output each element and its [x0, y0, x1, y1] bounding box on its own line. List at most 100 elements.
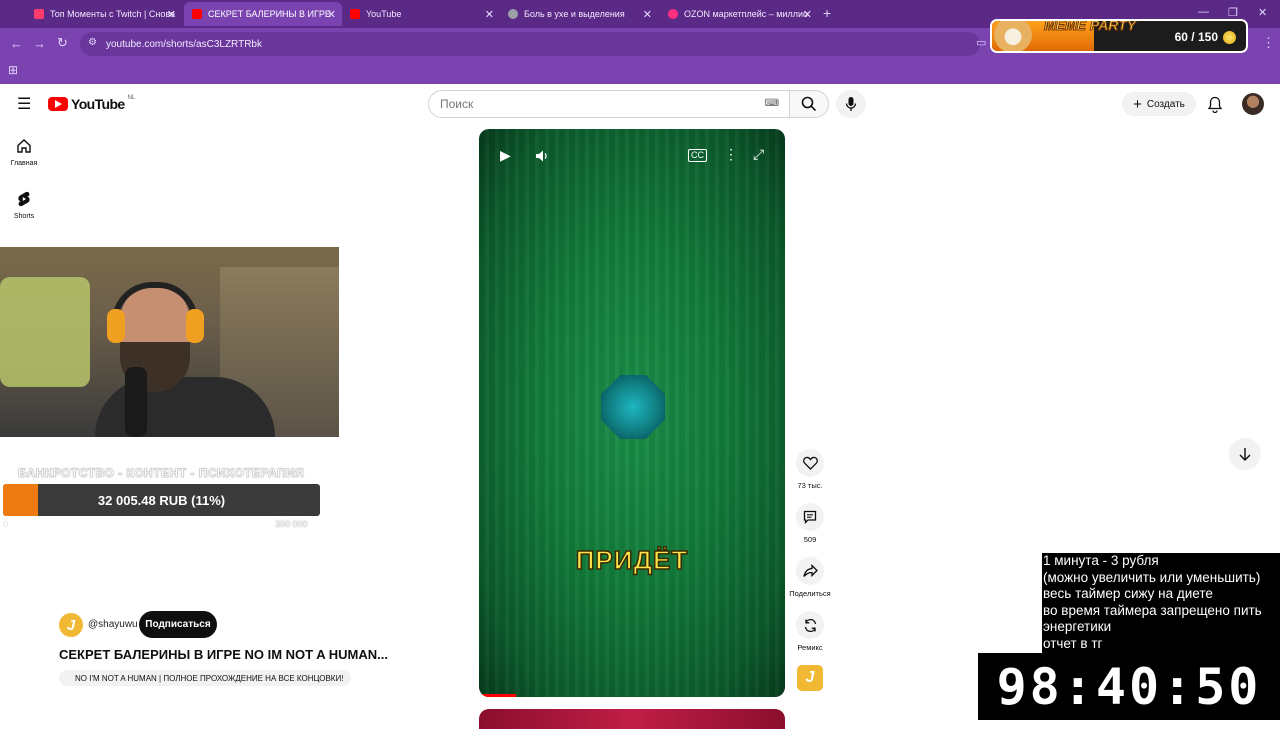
nav-home[interactable]: Главная [0, 138, 48, 167]
close-tab-icon[interactable]: ✕ [803, 8, 812, 21]
search-button[interactable] [789, 90, 829, 118]
captions-icon[interactable]: CC [688, 149, 707, 162]
address-bar[interactable]: ⚙ youtube.com/shorts/asC3LZRTRbk [80, 32, 980, 56]
play-icon[interactable]: ▶ [500, 147, 511, 164]
youtube-header: ☰ YouTube NL Поиск ⌨ + Создать [0, 84, 1280, 124]
create-button[interactable]: + Создать [1122, 92, 1196, 116]
share-button[interactable] [796, 557, 824, 585]
sound-source-avatar[interactable]: J [797, 665, 823, 691]
streamer-webcam [0, 247, 339, 437]
stream-rules-panel: 1 минута - 3 рубля (можно увеличить или … [1042, 553, 1280, 653]
tab-title: Боль в ухе и выделения [524, 9, 625, 19]
tab-title: СЕКРЕТ БАЛЕРИНЫ В ИГРЕ [208, 9, 331, 19]
shorts-icon [18, 191, 30, 207]
remix-button[interactable] [796, 611, 824, 639]
close-tab-icon[interactable]: ✕ [327, 8, 336, 21]
stream-rule-line: во время таймера запрещено пить [1043, 602, 1262, 618]
like-count: 73 тыс. [797, 481, 823, 490]
donation-goal-max: 300 000 [275, 519, 308, 529]
comment-count: 509 [803, 535, 817, 544]
like-action[interactable]: 73 тыс. [788, 449, 832, 490]
tab-ear-pain[interactable]: Боль в ухе и выделения ✕ [500, 2, 658, 26]
close-tab-icon[interactable]: ✕ [643, 8, 652, 21]
next-short-preview[interactable] [479, 709, 785, 729]
channel-avatar[interactable]: J [59, 613, 83, 637]
short-title[interactable]: СЕКРЕТ БАЛЕРИНЫ В ИГРЕ NO IM NOT A HUMAN… [59, 647, 388, 662]
more-options-icon[interactable]: ⋮ [724, 146, 738, 163]
youtube-favicon-icon [350, 9, 360, 19]
fullscreen-icon[interactable]: ⤢ [753, 146, 764, 163]
webcam-shoulders [95, 377, 275, 437]
stream-rule-line: энергетики [1043, 619, 1112, 635]
comment-button[interactable] [796, 503, 824, 531]
youtube-logo[interactable]: YouTube NL [48, 95, 136, 112]
video-progress-bar[interactable] [479, 694, 516, 697]
reload-icon[interactable]: ↻ [57, 35, 68, 51]
nav-label: Главная [10, 160, 38, 167]
nav-shorts[interactable]: Shorts [0, 191, 48, 220]
url-text: youtube.com/shorts/asC3LZRTRbk [106, 38, 262, 50]
apps-grid-icon[interactable]: ⊞ [8, 63, 18, 77]
volume-icon[interactable] [535, 149, 549, 163]
tab-twitch-moments[interactable]: Топ Моменты с Twitch | Снова ✕ [26, 2, 182, 26]
tab-title: OZON маркетплейс – миллио [684, 9, 808, 19]
short-video-player[interactable]: ПРИДЁТ ▶ CC ⋮ ⤢ [479, 129, 785, 697]
stream-rule-line: 1 минута - 3 рубля [1043, 553, 1159, 568]
webcam-cushion [0, 277, 90, 387]
playlist-chip[interactable]: NO I'M NOT A HUMAN | ПОЛНОЕ ПРОХОЖДЕНИЕ … [59, 670, 352, 686]
webcam-headphone-right [186, 309, 204, 343]
comment-action[interactable]: 509 [788, 503, 832, 544]
bookmarks-bar: ⊞ [0, 60, 1280, 84]
youtube-wordmark: YouTube [71, 96, 125, 112]
create-label: Создать [1146, 98, 1185, 110]
maximize-icon[interactable]: ❐ [1228, 6, 1238, 19]
hamburger-menu-icon[interactable]: ☰ [17, 94, 31, 114]
share-action[interactable]: Поделиться [788, 557, 832, 598]
next-short-button[interactable] [1229, 438, 1261, 470]
subscribe-button[interactable]: Подписаться [139, 611, 217, 638]
notifications-bell-icon[interactable] [1207, 96, 1223, 113]
back-icon[interactable]: ← [10, 36, 23, 51]
globe-favicon-icon [508, 9, 518, 19]
meme-party-title: MEME PARTY [1043, 19, 1137, 34]
close-window-icon[interactable]: ✕ [1258, 6, 1267, 19]
comment-icon [803, 510, 817, 524]
search-icon [801, 96, 817, 112]
voice-search-button[interactable] [836, 90, 866, 118]
search-placeholder: Поиск [440, 97, 474, 111]
channel-handle[interactable]: @shayuwu [88, 619, 138, 630]
search-input[interactable]: Поиск ⌨ [428, 90, 790, 118]
tab-youtube[interactable]: YouTube ✕ [342, 2, 500, 26]
new-tab-icon[interactable]: + [823, 5, 831, 21]
youtube-play-logo-icon [48, 97, 68, 111]
cast-icon[interactable]: ▭ [976, 36, 986, 49]
minimize-icon[interactable]: — [1198, 6, 1209, 18]
site-info-icon[interactable]: ⚙ [88, 37, 97, 48]
coin-icon [1223, 31, 1236, 44]
like-button[interactable] [796, 449, 824, 477]
remix-icon [804, 618, 816, 632]
browser-menu-icon[interactable]: ⋮ [1262, 35, 1275, 51]
ozon-favicon-icon [668, 9, 678, 19]
stream-rule-line: отчет в тг [1043, 635, 1103, 651]
user-avatar[interactable] [1242, 93, 1264, 115]
tab-ozon[interactable]: OZON маркетплейс – миллио ✕ [660, 2, 818, 26]
youtube-favicon-icon [192, 9, 202, 19]
close-tab-icon[interactable]: ✕ [485, 8, 494, 21]
remix-action[interactable]: Ремикс [788, 611, 832, 652]
remix-label: Ремикс [797, 643, 823, 652]
close-tab-icon[interactable]: ✕ [167, 8, 176, 21]
arrow-down-icon [1239, 448, 1251, 461]
nav-label: Shorts [13, 213, 35, 220]
stream-rule-line: (можно увеличить или уменьшить) [1043, 569, 1261, 585]
keyboard-icon[interactable]: ⌨ [765, 98, 779, 109]
playlist-title: NO I'M NOT A HUMAN | ПОЛНОЕ ПРОХОЖДЕНИЕ … [75, 673, 344, 683]
subathon-timer: 98:40:50 [978, 653, 1280, 720]
microphone-icon [845, 97, 857, 111]
forward-icon[interactable]: → [33, 36, 46, 51]
donation-goal-amount: 32 005.48 RUB (11%) [97, 492, 226, 508]
region-code: NL [127, 95, 136, 101]
tab-ballerina-secret[interactable]: СЕКРЕТ БАЛЕРИНЫ В ИГРЕ ✕ [184, 2, 342, 26]
plus-icon: + [1133, 95, 1142, 113]
video-subtitle: ПРИДЁТ [575, 544, 689, 576]
